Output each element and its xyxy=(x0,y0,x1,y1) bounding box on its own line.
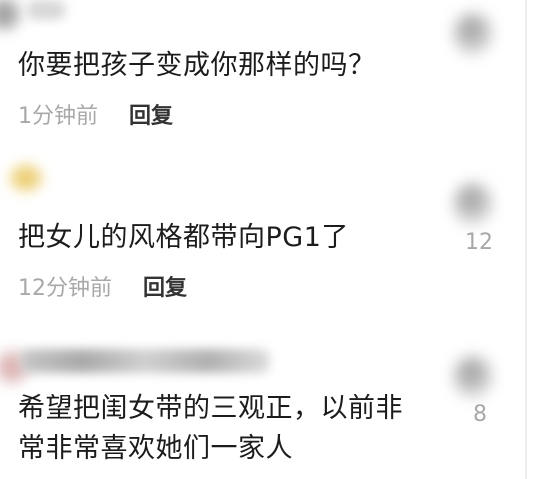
comment-text: 你要把孩子变成你那样的吗？ xyxy=(18,50,376,81)
like-icon[interactable] xyxy=(453,12,493,56)
username-blurred[interactable] xyxy=(26,0,66,20)
timestamp: 12分钟前 xyxy=(18,276,112,301)
comment-text: 把女儿的风格都带向PG1了 xyxy=(18,222,349,253)
like-icon[interactable] xyxy=(453,182,493,226)
comment-meta: 12分钟前 回复 xyxy=(18,275,187,303)
comment-meta: 1分钟前 回复 xyxy=(18,103,173,131)
like-icon[interactable] xyxy=(453,355,493,399)
comment-text-line-2: 常非常喜欢她们一家人 xyxy=(18,433,293,464)
reply-button[interactable]: 回复 xyxy=(143,276,187,301)
username-blurred[interactable] xyxy=(20,349,270,373)
reply-button[interactable]: 回复 xyxy=(129,104,173,129)
like-count: 12 xyxy=(465,230,493,255)
avatar[interactable] xyxy=(8,164,44,192)
comment-text-line-1: 希望把闺女带的三观正，以前非 xyxy=(18,393,403,424)
timestamp: 1分钟前 xyxy=(18,104,98,129)
comment-item-2: 把女儿的风格都带向PG1了 12 12分钟前 回复 xyxy=(0,160,533,310)
comment-item-1: 你要把孩子变成你那样的吗？ 1分钟前 回复 xyxy=(0,0,533,150)
comment-item-3: 希望把闺女带的三观正，以前非 常非常喜欢她们一家人 8 xyxy=(0,335,533,479)
like-count: 8 xyxy=(473,402,487,427)
avatar[interactable] xyxy=(0,0,22,32)
